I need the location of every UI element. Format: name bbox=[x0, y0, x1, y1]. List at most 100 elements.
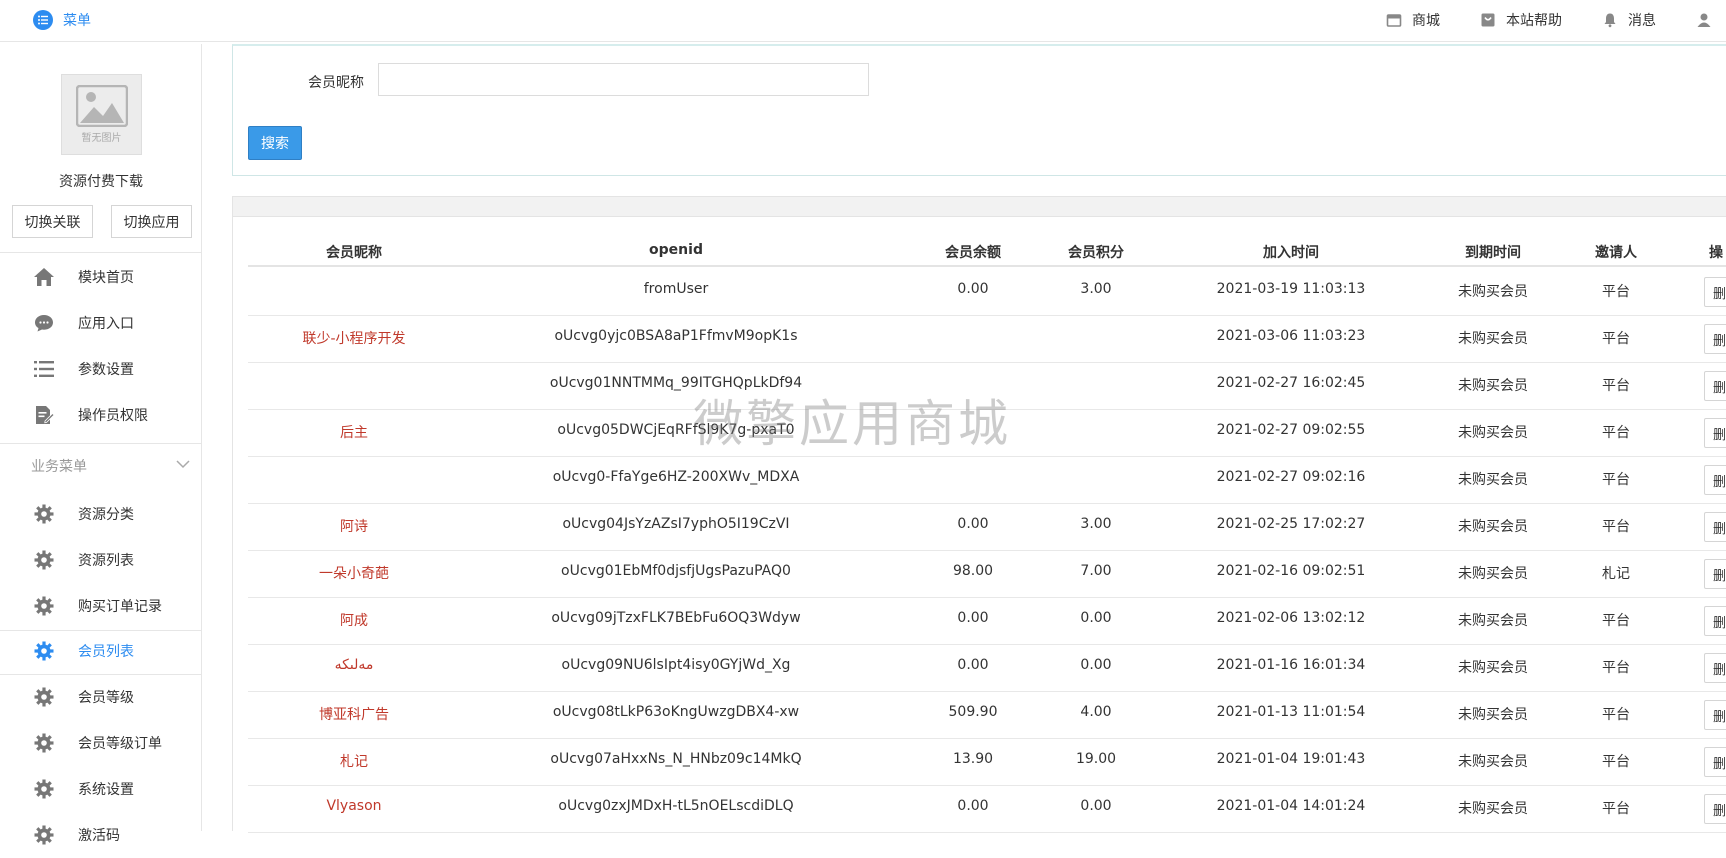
cell-joined: 2021-01-04 14:01:24 bbox=[1216, 798, 1366, 814]
sidebar-item-label: 购买订单记录 bbox=[78, 599, 162, 615]
sidebar-item-member-levels[interactable]: 会员等级 bbox=[0, 674, 202, 720]
search-button[interactable]: 搜索 bbox=[248, 126, 302, 160]
gear-icon bbox=[33, 503, 55, 525]
cell-points: 0.00 bbox=[1080, 610, 1112, 626]
cell-points: 7.00 bbox=[1080, 563, 1112, 579]
top-link-label: 消息 bbox=[1628, 13, 1656, 29]
cell-joined: 2021-01-04 19:01:43 bbox=[1216, 751, 1366, 767]
nickname-search-input[interactable] bbox=[378, 63, 869, 96]
sidebar-item-system-settings[interactable]: 系统设置 bbox=[0, 766, 202, 812]
cell-inviter: 平台 bbox=[1602, 331, 1630, 347]
sidebar-item-module-home[interactable]: 模块首页 bbox=[0, 254, 202, 300]
cell-openid: oUcvg0zxJMDxH-tL5nOELscdiDLQ bbox=[558, 798, 794, 814]
table-row: Vlyason oUcvg0zxJMDxH-tL5nOELscdiDLQ 0.00 0… bbox=[248, 786, 1726, 833]
delete-button[interactable]: 删 bbox=[1704, 277, 1726, 307]
cell-balance: 0.00 bbox=[957, 516, 989, 532]
cell-expire: 未购买会员 bbox=[1458, 566, 1528, 582]
cell-balance: 0.00 bbox=[957, 610, 989, 626]
cell-points: 3.00 bbox=[1080, 516, 1112, 532]
sidebar-item-label: 激活码 bbox=[78, 828, 120, 844]
cell-openid: oUcvg01EbMf0djsfjUgsPazuPAQ0 bbox=[561, 563, 791, 579]
delete-button[interactable]: 删 bbox=[1704, 512, 1726, 542]
column-header: 操 bbox=[1709, 245, 1723, 261]
cell-expire: 未购买会员 bbox=[1458, 378, 1528, 394]
image-placeholder-icon bbox=[75, 85, 128, 127]
delete-button[interactable]: 删 bbox=[1704, 371, 1726, 401]
column-header: 会员昵称 bbox=[326, 245, 382, 261]
delete-button[interactable]: 删 bbox=[1704, 465, 1726, 495]
gear-icon bbox=[33, 824, 55, 846]
column-header: 到期时间 bbox=[1465, 245, 1521, 261]
sidebar-item-operator-permissions[interactable]: 操作员权限 bbox=[0, 392, 202, 438]
switch-app-button[interactable]: 切换应用 bbox=[111, 205, 192, 238]
table-row: oUcvg0-FfaYge6HZ-200XWv_MDXA 2021-02-27 0… bbox=[248, 457, 1726, 504]
table-row: 札记 oUcvg07aHxxNs_N_HNbz09c14MkQ 13.90 19.00… bbox=[248, 739, 1726, 786]
cell-nick: مەلىكە bbox=[334, 657, 374, 673]
cell-joined: 2021-02-27 16:02:45 bbox=[1216, 375, 1366, 391]
cell-openid: oUcvg08tLkP63oKngUwzgDBX4-xw bbox=[552, 704, 800, 720]
cell-joined: 2021-01-13 11:01:54 bbox=[1216, 704, 1366, 720]
delete-button[interactable]: 删 bbox=[1704, 324, 1726, 354]
column-header: openid bbox=[649, 242, 703, 258]
cell-expire: 未购买会员 bbox=[1458, 707, 1528, 723]
top-link-messages[interactable]: 消息 bbox=[1602, 10, 1656, 30]
sidebar-item-param-settings[interactable]: 参数设置 bbox=[0, 346, 202, 392]
sidebar-item-activation-codes[interactable]: 激活码 bbox=[0, 812, 202, 858]
sidebar-item-purchase-orders[interactable]: 购买订单记录 bbox=[0, 583, 202, 629]
cell-expire: 未购买会员 bbox=[1458, 284, 1528, 300]
cell-points: 4.00 bbox=[1080, 704, 1112, 720]
sidebar-group-title: 业务菜单 bbox=[31, 459, 87, 475]
cell-balance: 13.90 bbox=[952, 751, 994, 767]
sidebar-item-member-level-orders[interactable]: 会员等级订单 bbox=[0, 720, 202, 766]
delete-button[interactable]: 删 bbox=[1704, 606, 1726, 636]
sidebar-item-label: 会员等级 bbox=[78, 690, 134, 706]
cell-openid: oUcvg09jTzxFLK7BEbFu6OQ3Wdyw bbox=[551, 610, 801, 626]
cell-openid: oUcvg04JsYzAZsI7yphO5I19CzVI bbox=[562, 516, 790, 532]
switch-link-button[interactable]: 切换关联 bbox=[12, 205, 93, 238]
user-menu[interactable] bbox=[1696, 12, 1726, 28]
cell-expire: 未购买会员 bbox=[1458, 425, 1528, 441]
delete-button[interactable]: 删 bbox=[1704, 794, 1726, 824]
cell-inviter: 札记 bbox=[1602, 566, 1630, 582]
table-row: 后主 oUcvg05DWCjEqRFfSl9K7g-pxaT0 2021-02-27… bbox=[248, 410, 1726, 457]
delete-button[interactable]: 删 bbox=[1704, 559, 1726, 589]
cell-expire: 未购买会员 bbox=[1458, 519, 1528, 535]
chevron-down-icon[interactable] bbox=[176, 457, 190, 473]
table-row: 阿诗 oUcvg04JsYzAZsI7yphO5I19CzVI 0.00 3.00 20… bbox=[248, 504, 1726, 551]
sidebar-item-resource-category[interactable]: 资源分类 bbox=[0, 491, 202, 537]
menu-toggle-button[interactable]: 菜单 bbox=[33, 9, 91, 31]
cell-nick: 博亚科广告 bbox=[319, 707, 389, 723]
sidebar-item-resource-list[interactable]: 资源列表 bbox=[0, 537, 202, 583]
cell-inviter: 平台 bbox=[1602, 660, 1630, 676]
cell-openid: oUcvg01NNTMMq_99ITGHQpLkDf94 bbox=[549, 375, 803, 391]
delete-button[interactable]: 删 bbox=[1704, 747, 1726, 777]
gear-icon bbox=[33, 732, 55, 754]
delete-button[interactable]: 删 bbox=[1704, 700, 1726, 730]
cell-openid: oUcvg05DWCjEqRFfSl9K7g-pxaT0 bbox=[557, 422, 795, 438]
sidebar-item-label: 会员等级订单 bbox=[78, 736, 162, 752]
cell-openid: oUcvg09NU6lsIpt4isy0GYjWd_Xg bbox=[561, 657, 791, 673]
cell-balance: 98.00 bbox=[952, 563, 994, 579]
cell-points: 0.00 bbox=[1080, 798, 1112, 814]
top-link-shop[interactable]: 商城 bbox=[1386, 10, 1440, 30]
sidebar-divider bbox=[0, 252, 202, 253]
top-bar: 菜单 商城 本站帮助 消息 bbox=[0, 0, 1726, 42]
table-row: 博亚科广告 oUcvg08tLkP63oKngUwzgDBX4-xw 509.90 4… bbox=[248, 692, 1726, 739]
search-label: 会员昵称 bbox=[308, 75, 364, 91]
sidebar-item-app-entry[interactable]: 应用入口 bbox=[0, 300, 202, 346]
top-link-label: 商城 bbox=[1412, 13, 1440, 29]
sidebar-item-label: 操作员权限 bbox=[78, 408, 148, 424]
cell-balance: 0.00 bbox=[957, 281, 989, 297]
sidebar-item-member-list[interactable]: 会员列表 bbox=[0, 628, 202, 674]
top-link-help[interactable]: 本站帮助 bbox=[1480, 10, 1562, 30]
cell-nick: 一朵小奇葩 bbox=[319, 566, 389, 582]
table-row: 联少-小程序开发 oUcvg0yjc0BSA8aP1FfmvM9opK1s 2021… bbox=[248, 316, 1726, 363]
cell-joined: 2021-03-06 11:03:23 bbox=[1216, 328, 1366, 344]
cell-inviter: 平台 bbox=[1602, 284, 1630, 300]
cell-joined: 2021-01-16 16:01:34 bbox=[1216, 657, 1366, 673]
delete-button[interactable]: 删 bbox=[1704, 418, 1726, 448]
user-icon bbox=[1696, 12, 1712, 28]
sidebar-item-label: 会员列表 bbox=[78, 644, 134, 660]
delete-button[interactable]: 删 bbox=[1704, 653, 1726, 683]
chat-icon bbox=[33, 312, 55, 334]
